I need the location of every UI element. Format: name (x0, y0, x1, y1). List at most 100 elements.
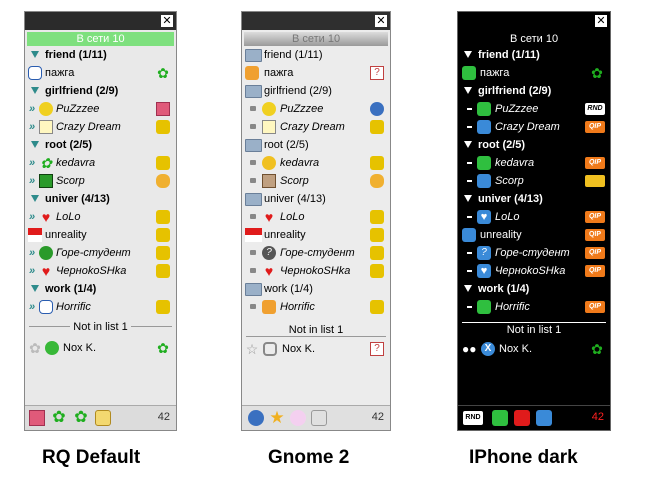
group-root[interactable]: root (2/5) (242, 136, 390, 154)
cup-icon[interactable] (95, 410, 111, 426)
status-button[interactable]: ★ (269, 409, 285, 426)
contact-row[interactable]: ✿ Nox K. ✿ (25, 339, 176, 357)
cup-icon[interactable] (536, 410, 552, 426)
client-badge-icon (370, 102, 384, 116)
qip-client-badge: QIP (585, 265, 605, 277)
status-button[interactable]: ✿ (51, 410, 67, 426)
group-girlfriend[interactable]: girlfriend (2/9) (458, 82, 610, 100)
contact-row[interactable]: PuZzzee RND (458, 100, 610, 118)
contact-row[interactable]: ♥ ЧерноkoSHka (242, 262, 390, 280)
group-univer[interactable]: univer (4/13) (242, 190, 390, 208)
nested-arrow-icon: » (29, 157, 36, 169)
contact-row[interactable]: » PuZzzee (25, 100, 176, 118)
status-bar: RND 42 (458, 405, 610, 430)
folder-icon (245, 283, 262, 296)
contact-row[interactable]: » Horrific (25, 298, 176, 316)
group-work[interactable]: work (1/4) (242, 280, 390, 298)
unknown-client-icon: ? (370, 342, 384, 356)
contact-row[interactable]: ☆ Nox K. ? (242, 340, 390, 358)
group-work[interactable]: work (1/4) (458, 280, 610, 298)
visibility-button[interactable] (290, 410, 306, 426)
tree-dash-icon (467, 306, 472, 308)
visibility-button[interactable]: ✿ (73, 410, 89, 426)
visibility-button[interactable] (514, 410, 530, 426)
contact-row[interactable]: Scorp (458, 172, 610, 190)
folder-icon (245, 85, 262, 98)
contact-row[interactable]: » Горе-студент (25, 244, 176, 262)
group-friend[interactable]: friend (1/11) (25, 46, 176, 64)
window-titlebar[interactable]: ✕ (458, 12, 610, 30)
contact-row[interactable]: » Crazy Dream (25, 118, 176, 136)
contact-name: Horrific (56, 301, 91, 313)
menu-button[interactable] (248, 410, 264, 426)
contact-row[interactable]: unreality (242, 226, 390, 244)
window-titlebar[interactable]: ✕ (25, 12, 176, 30)
contact-count: 42 (157, 411, 170, 423)
contact-name: Crazy Dream (495, 121, 560, 133)
contact-row[interactable]: Horrific QIP (458, 298, 610, 316)
menu-button[interactable]: RND (463, 411, 483, 425)
expand-icon (464, 141, 472, 148)
client-icon (262, 300, 276, 314)
menu-button[interactable] (29, 410, 45, 426)
nested-arrow-icon: » (29, 175, 36, 187)
contact-row[interactable]: ●● X Nox K. ✿ (458, 340, 610, 358)
group-girlfriend[interactable]: girlfriend (2/9) (25, 82, 176, 100)
tv-icon (477, 174, 491, 188)
group-root[interactable]: root (2/5) (25, 136, 176, 154)
contact-row[interactable]: ♥ LoLo QIP (458, 208, 610, 226)
client-badge-icon (370, 174, 384, 188)
group-univer[interactable]: univer (4/13) (458, 190, 610, 208)
cup-icon[interactable] (311, 410, 327, 426)
contact-row[interactable]: Crazy Dream (242, 118, 390, 136)
lock-icon (250, 124, 256, 129)
nested-arrow-icon: » (29, 103, 36, 115)
contact-row[interactable]: ♥ ЧерноkoSHka QIP (458, 262, 610, 280)
contact-row[interactable]: ? Горе-студент QIP (458, 244, 610, 262)
not-in-list-label: Not in list 1 (506, 324, 562, 336)
group-label: friend (1/11) (478, 49, 540, 61)
contact-row[interactable]: » Scorp (25, 172, 176, 190)
contact-row[interactable]: ♥ LoLo (242, 208, 390, 226)
window-titlebar[interactable]: ✕ (242, 12, 390, 30)
client-badge-icon (156, 300, 170, 314)
contact-row[interactable]: kedavra (242, 154, 390, 172)
contact-row[interactable]: Crazy Dream QIP (458, 118, 610, 136)
contact-name: unreality (480, 229, 522, 241)
close-button[interactable]: ✕ (595, 15, 607, 27)
contact-row[interactable]: » ♥ LoLo (25, 208, 176, 226)
contact-count: 42 (371, 411, 384, 423)
group-univer[interactable]: univer (4/13) (25, 190, 176, 208)
contact-row[interactable]: пажга ✿ (458, 64, 610, 82)
contact-name: пажга (480, 67, 510, 79)
group-root[interactable]: root (2/5) (458, 136, 610, 154)
not-in-list-label: Not in list 1 (288, 324, 344, 336)
contact-row[interactable]: PuZzzee (242, 100, 390, 118)
contact-name: Scorp (495, 175, 524, 187)
contact-row[interactable]: пажга ? (242, 64, 390, 82)
client-badge-icon (370, 210, 384, 224)
contact-row[interactable]: kedavra QIP (458, 154, 610, 172)
client-badge-icon (156, 210, 170, 224)
contact-row[interactable]: ? Горе-студент (242, 244, 390, 262)
contact-row[interactable]: пажга ✿ (25, 64, 176, 82)
tree-dash-icon (467, 180, 472, 182)
group-work[interactable]: work (1/4) (25, 280, 176, 298)
heart-icon: ♥ (264, 263, 274, 279)
group-friend[interactable]: friend (1/11) (458, 46, 610, 64)
contact-row[interactable]: Horrific (242, 298, 390, 316)
contact-row[interactable]: Scorp (242, 172, 390, 190)
icq-flower-icon: ✿ (591, 341, 603, 357)
close-button[interactable]: ✕ (161, 15, 173, 27)
close-button[interactable]: ✕ (375, 15, 387, 27)
contact-row[interactable]: » ✿ kedavra (25, 154, 176, 172)
contact-row[interactable]: » ♥ ЧерноkoSHka (25, 262, 176, 280)
status-button[interactable] (492, 410, 508, 426)
group-friend[interactable]: friend (1/11) (242, 46, 390, 64)
group-girlfriend[interactable]: girlfriend (2/9) (242, 82, 390, 100)
rq-default-panel: ✕ В сети 10 friend (1/11) пажга ✿ girlfr… (24, 11, 177, 431)
contact-row[interactable]: unreality QIP (458, 226, 610, 244)
contact-row[interactable]: unreality (25, 226, 176, 244)
tree-dash-icon (467, 126, 472, 128)
nested-arrow-icon: » (29, 265, 36, 277)
